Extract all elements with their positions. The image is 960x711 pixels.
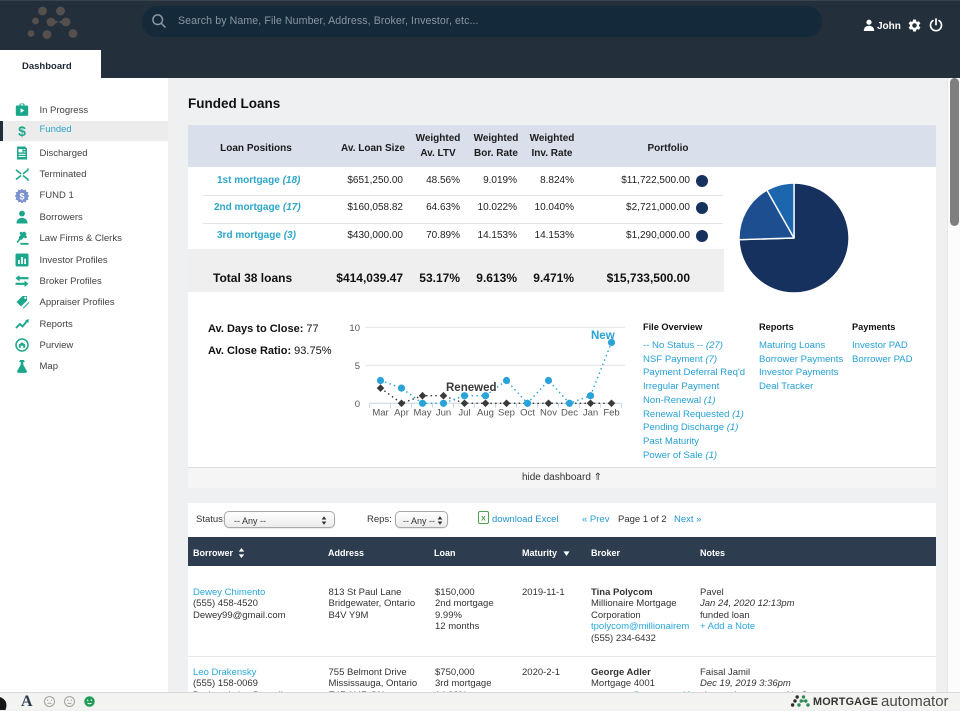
svg-text:10: 10 [349,323,360,334]
svg-text:Dec: Dec [561,408,578,419]
svg-text:Sep: Sep [498,408,515,419]
svg-text:Jun: Jun [436,408,451,419]
svg-text:Nov: Nov [540,408,557,419]
svg-text:Apr: Apr [394,408,409,419]
svg-text:May: May [414,408,432,419]
svg-text:Renewed: Renewed [446,382,497,394]
svg-text:5: 5 [355,361,360,372]
svg-text:Mar: Mar [372,408,388,419]
svg-text:Aug: Aug [477,408,494,419]
svg-text:New: New [591,330,615,342]
svg-text:Feb: Feb [603,408,619,419]
svg-text:x: x [481,514,486,523]
svg-text:Jul: Jul [458,408,470,419]
svg-text:$: $ [19,191,24,201]
svg-text:$: $ [18,124,26,138]
svg-text:0: 0 [355,399,360,410]
svg-text:Oct: Oct [520,408,535,419]
svg-text:Jan: Jan [583,408,598,419]
